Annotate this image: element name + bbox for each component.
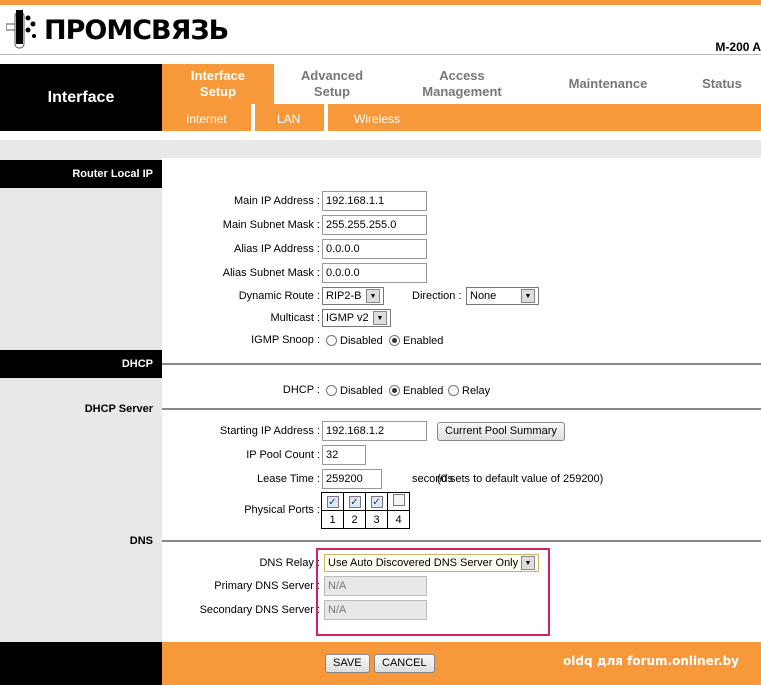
igmp-snoop-enabled[interactable]: Enabled bbox=[389, 335, 443, 347]
port-1-checkbox[interactable]: ✓ bbox=[326, 495, 339, 508]
divider bbox=[162, 540, 761, 542]
divider bbox=[0, 54, 761, 55]
alias-mask-input[interactable]: 0.0.0.0 bbox=[322, 263, 427, 283]
lease-time-label: Lease Time : bbox=[257, 473, 320, 485]
main-ip-input[interactable]: 192.168.1.1 bbox=[322, 191, 427, 211]
alias-ip-label: Alias IP Address : bbox=[233, 243, 320, 255]
physical-ports-label: Physical Ports : bbox=[244, 504, 320, 516]
subtab-separator bbox=[324, 104, 328, 131]
divider bbox=[162, 363, 761, 365]
direction-select[interactable]: None ▼ bbox=[466, 287, 539, 305]
select-value: None bbox=[470, 290, 497, 302]
radio-checked-icon[interactable] bbox=[389, 385, 400, 396]
subtab-internet[interactable]: Internet bbox=[186, 104, 227, 131]
logo: ПРОМСВЯЗЬ bbox=[6, 8, 229, 53]
chevron-down-icon: ▼ bbox=[366, 289, 380, 303]
logo-text: ПРОМСВЯЗЬ bbox=[44, 15, 229, 46]
start-ip-label: Starting IP Address : bbox=[219, 425, 320, 437]
cancel-button[interactable]: CANCEL bbox=[374, 654, 435, 673]
port-4-checkbox[interactable] bbox=[392, 494, 405, 506]
pool-count-input[interactable]: 32 bbox=[322, 445, 366, 465]
spacer-strip bbox=[0, 140, 761, 158]
radio-icon[interactable] bbox=[326, 385, 337, 396]
subtab-lan[interactable]: LAN bbox=[277, 104, 300, 131]
radio-icon[interactable] bbox=[448, 385, 459, 396]
port-number: 2 bbox=[343, 510, 366, 529]
dynamic-route-select[interactable]: RIP2-B ▼ bbox=[322, 287, 384, 305]
radio-label: Enabled bbox=[403, 335, 444, 347]
pool-count-label: IP Pool Count : bbox=[246, 449, 320, 461]
tab-interface-setup[interactable]: Interface Setup bbox=[162, 64, 274, 104]
radio-label: Relay bbox=[462, 385, 491, 397]
dns-label: DNS bbox=[129, 535, 153, 547]
logo-icon bbox=[6, 10, 36, 49]
main-mask-input[interactable]: 255.255.255.0 bbox=[322, 215, 427, 235]
dhcp-label: DHCP : bbox=[282, 384, 320, 396]
primary-dns-label: Primary DNS Server : bbox=[214, 580, 320, 592]
tab-label: Advanced bbox=[300, 68, 364, 83]
save-button[interactable]: SAVE bbox=[325, 654, 370, 673]
alias-ip-input[interactable]: 0.0.0.0 bbox=[322, 239, 427, 259]
port-3-checkbox[interactable]: ✓ bbox=[370, 495, 383, 508]
radio-checked-icon[interactable] bbox=[389, 335, 400, 346]
current-pool-summary-button[interactable]: Current Pool Summary bbox=[437, 422, 565, 441]
radio-icon[interactable] bbox=[326, 335, 337, 346]
subtab-wireless[interactable]: Wireless bbox=[354, 104, 400, 131]
left-column bbox=[0, 158, 162, 642]
dhcp-enabled[interactable]: Enabled bbox=[389, 385, 443, 397]
multicast-select[interactable]: IGMP v2 ▼ bbox=[322, 309, 391, 327]
secondary-dns-label: Secondary DNS Server : bbox=[199, 604, 320, 616]
port-number: 4 bbox=[387, 510, 410, 529]
tab-label: Management bbox=[422, 84, 502, 99]
tab-maintenance[interactable]: Maintenance bbox=[548, 64, 668, 104]
radio-label: Enabled bbox=[403, 385, 444, 397]
igmp-snoop-disabled[interactable]: Disabled bbox=[326, 335, 383, 347]
lease-note: (0 sets to default value of 259200) bbox=[437, 473, 604, 485]
dhcp-relay[interactable]: Relay bbox=[448, 385, 490, 397]
port-number: 1 bbox=[321, 510, 344, 529]
direction-label: Direction : bbox=[412, 290, 462, 302]
watermark: oldq для forum.onliner.by bbox=[563, 654, 739, 668]
dhcp-server-label: DHCP Server bbox=[84, 403, 153, 415]
section-dhcp: DHCP bbox=[0, 350, 162, 378]
tab-status[interactable]: Status bbox=[688, 64, 756, 104]
port-number: 3 bbox=[365, 510, 388, 529]
alias-mask-label: Alias Subnet Mask : bbox=[222, 267, 320, 279]
physical-ports-table: ✓ ✓ ✓ 1234 bbox=[321, 492, 410, 529]
section-router-local-ip: Router Local IP bbox=[0, 160, 162, 188]
tab-label: Access bbox=[439, 68, 485, 83]
main-mask-label: Main Subnet Mask : bbox=[222, 219, 320, 231]
multicast-label: Multicast : bbox=[270, 312, 320, 324]
chevron-down-icon: ▼ bbox=[521, 289, 535, 303]
main-ip-label: Main IP Address : bbox=[233, 195, 320, 207]
model-name: M-200 A bbox=[715, 40, 761, 54]
radio-label: Disabled bbox=[340, 335, 383, 347]
tab-label: Setup bbox=[313, 84, 351, 99]
nav-section-title: Interface bbox=[0, 64, 162, 131]
port-2-checkbox[interactable]: ✓ bbox=[348, 495, 361, 508]
top-bar bbox=[0, 0, 761, 5]
tab-access-management[interactable]: Access Management bbox=[404, 64, 520, 104]
igmp-snoop-label: IGMP Snoop : bbox=[251, 334, 320, 346]
subtab-separator bbox=[251, 104, 255, 131]
start-ip-input[interactable]: 192.168.1.2 bbox=[322, 421, 427, 441]
tab-advanced-setup[interactable]: Advanced Setup bbox=[274, 64, 390, 104]
tab-label: Interface bbox=[190, 68, 246, 83]
highlight-box bbox=[316, 548, 550, 636]
select-value: RIP2-B bbox=[326, 290, 362, 302]
dns-relay-label: DNS Relay : bbox=[259, 557, 320, 569]
dhcp-disabled[interactable]: Disabled bbox=[326, 385, 383, 397]
dynamic-route-label: Dynamic Route : bbox=[238, 290, 320, 302]
select-value: IGMP v2 bbox=[326, 312, 369, 324]
tab-label: Setup bbox=[199, 84, 237, 99]
lease-time-input[interactable]: 259200 bbox=[322, 469, 382, 489]
footer-left bbox=[0, 642, 162, 685]
chevron-down-icon: ▼ bbox=[373, 311, 387, 325]
divider bbox=[162, 408, 761, 410]
radio-label: Disabled bbox=[340, 385, 383, 397]
